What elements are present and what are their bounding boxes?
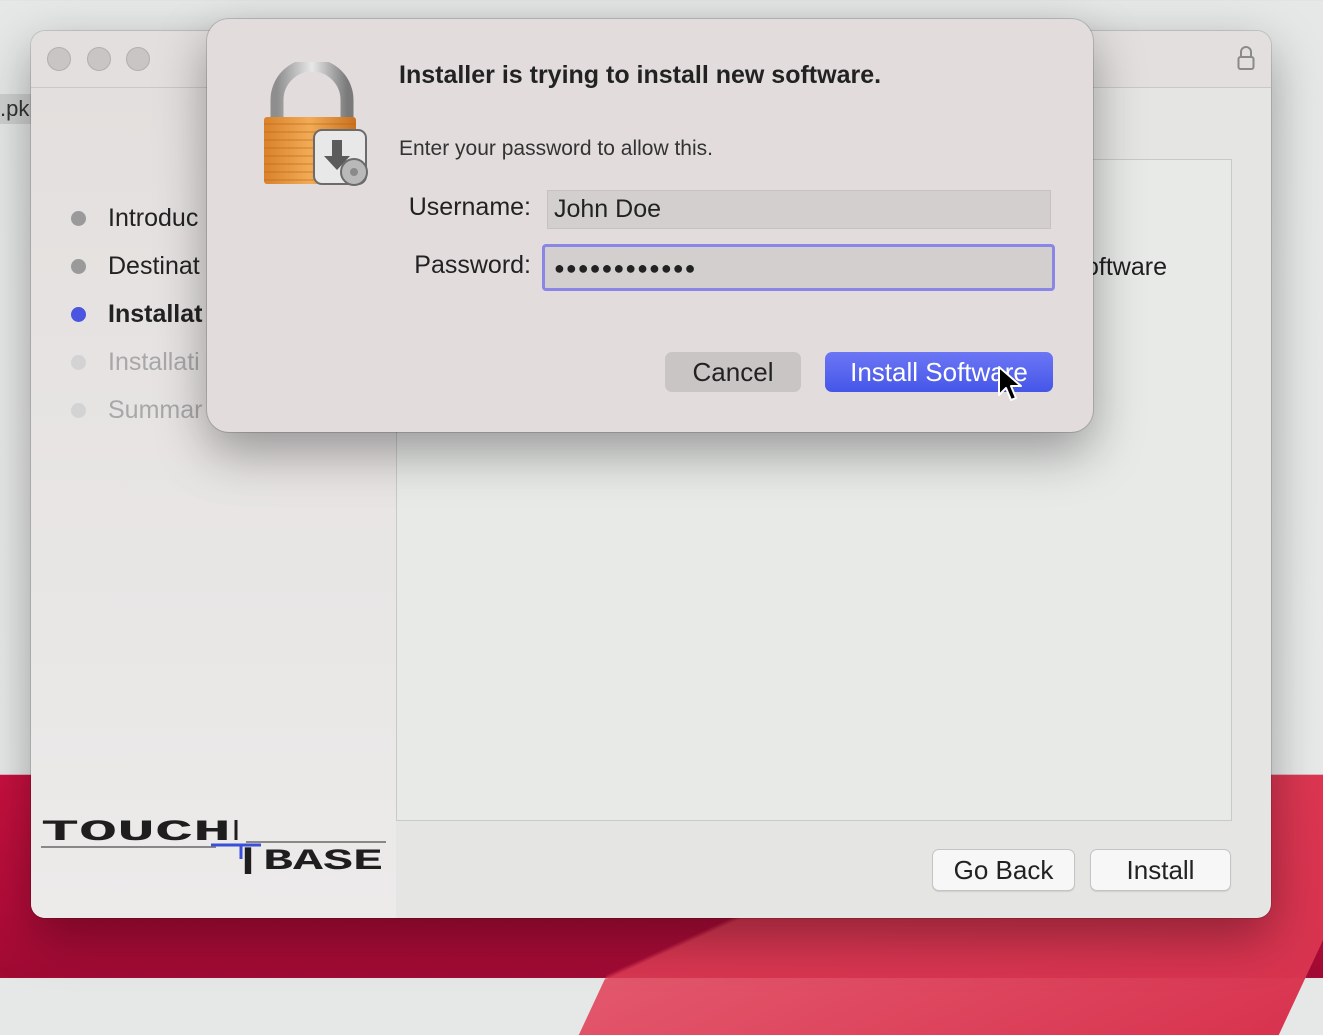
lock-icon <box>1237 46 1255 70</box>
cancel-button[interactable]: Cancel <box>665 352 801 392</box>
step-label: Introduc <box>108 203 199 232</box>
touchbase-logo: TOUCH |BASE <box>41 816 386 874</box>
username-label: Username: <box>408 193 531 221</box>
close-window-button[interactable] <box>47 47 71 71</box>
zoom-window-button[interactable] <box>126 47 150 71</box>
authentication-dialog: Installer is trying to install new softw… <box>207 19 1093 432</box>
desktop-file-label[interactable]: .pk <box>0 94 32 124</box>
content-text-fragment: oftware <box>1085 253 1167 281</box>
mouse-pointer-icon <box>998 366 1022 401</box>
step-label: Destinat <box>108 251 200 280</box>
padlock-installer-icon <box>264 62 368 186</box>
svg-text:|BASE: |BASE <box>233 845 383 874</box>
step-dot <box>71 402 86 418</box>
step-label: Installati <box>108 347 200 376</box>
step-dot <box>71 306 86 322</box>
step-summary: Summar <box>71 395 202 425</box>
step-introduction: Introduc <box>71 203 198 233</box>
install-button[interactable]: Install <box>1090 849 1231 891</box>
step-label: Installat <box>108 299 203 328</box>
password-field[interactable]: ●●●●●●●●●●●● <box>542 244 1055 291</box>
step-destination: Destinat <box>71 251 200 281</box>
username-field[interactable]: John Doe <box>547 190 1051 229</box>
step-dot <box>71 258 86 274</box>
step-dot <box>71 354 86 370</box>
step-installation: Installati <box>71 347 200 377</box>
step-label: Summar <box>108 395 203 424</box>
step-dot <box>71 210 86 226</box>
password-label: Password: <box>414 251 531 279</box>
step-installation-type: Installat <box>71 299 202 329</box>
dialog-title: Installer is trying to install new softw… <box>399 61 882 89</box>
dialog-message: Enter your password to allow this. <box>399 137 713 160</box>
minimize-window-button[interactable] <box>87 47 111 71</box>
svg-text:TOUCH: TOUCH <box>41 816 231 850</box>
go-back-button[interactable]: Go Back <box>932 849 1075 891</box>
